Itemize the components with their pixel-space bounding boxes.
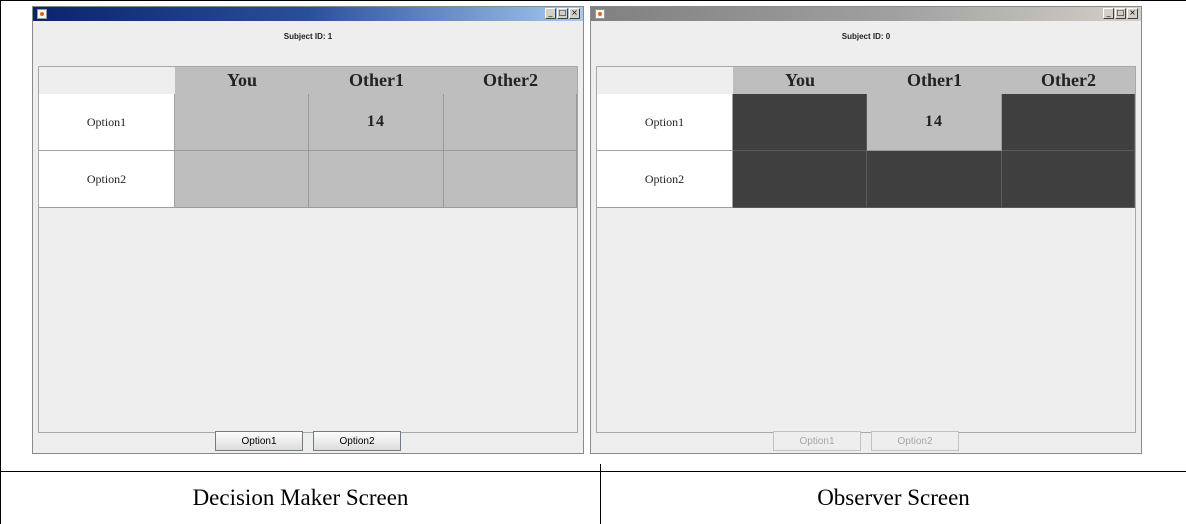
row-label-option1: Option1 bbox=[39, 94, 175, 151]
column-header-other2: Other2 bbox=[1002, 67, 1135, 94]
table-border-left bbox=[0, 0, 1, 524]
column-header-other1: Other1 bbox=[309, 67, 444, 94]
close-button[interactable]: × bbox=[569, 8, 580, 19]
header-corner bbox=[39, 67, 175, 94]
cell-option1-other1: 14 bbox=[309, 94, 444, 151]
close-button[interactable]: × bbox=[1127, 8, 1138, 19]
java-app-icon bbox=[37, 9, 47, 19]
column-header-you: You bbox=[175, 67, 309, 94]
minimize-button[interactable]: _ bbox=[545, 8, 556, 19]
header-corner bbox=[597, 67, 733, 94]
payoff-grid: You Other1 Other2 Option1 14 Option2 bbox=[596, 66, 1136, 433]
option1-button-disabled: Option1 bbox=[773, 431, 861, 451]
subject-id-label: Subject ID: 1 bbox=[283, 32, 333, 41]
column-header-you: You bbox=[733, 67, 867, 94]
option1-button[interactable]: Option1 bbox=[215, 431, 303, 451]
option2-button-disabled: Option2 bbox=[871, 431, 959, 451]
cell-option1-other2-hidden bbox=[1002, 94, 1135, 151]
observer-titlebar[interactable]: _ □ × bbox=[591, 7, 1141, 21]
window-controls: _ □ × bbox=[545, 8, 580, 19]
cell-option2-other1 bbox=[309, 151, 444, 208]
observer-caption: Observer Screen bbox=[817, 485, 970, 510]
maximize-button[interactable]: □ bbox=[557, 8, 568, 19]
column-header-other2: Other2 bbox=[444, 67, 577, 94]
cell-option1-you bbox=[175, 94, 309, 151]
option2-button[interactable]: Option2 bbox=[313, 431, 401, 451]
row-label-option2: Option2 bbox=[39, 151, 175, 208]
row-label-option2: Option2 bbox=[597, 151, 733, 208]
decision-maker-caption: Decision Maker Screen bbox=[192, 485, 409, 510]
cell-option1-other1: 14 bbox=[867, 94, 1002, 151]
cell-option2-other2 bbox=[444, 151, 577, 208]
observer-window: _ □ × Subject ID: 0 You Other1 Other2 Op… bbox=[590, 6, 1142, 454]
payoff-grid: You Other1 Other2 Option1 14 Option2 bbox=[38, 66, 578, 433]
cell-option2-you bbox=[175, 151, 309, 208]
cell-option2-other1-hidden bbox=[867, 151, 1002, 208]
row-label-option1: Option1 bbox=[597, 94, 733, 151]
cell-option2-you-hidden bbox=[733, 151, 867, 208]
window-controls: _ □ × bbox=[1103, 8, 1138, 19]
cell-option1-you-hidden bbox=[733, 94, 867, 151]
minimize-button[interactable]: _ bbox=[1103, 8, 1114, 19]
column-header-other1: Other1 bbox=[867, 67, 1002, 94]
cell-option2-other2-hidden bbox=[1002, 151, 1135, 208]
cell-option1-other2 bbox=[444, 94, 577, 151]
maximize-button[interactable]: □ bbox=[1115, 8, 1126, 19]
decision-maker-titlebar[interactable]: _ □ × bbox=[33, 7, 583, 21]
subject-id-label: Subject ID: 0 bbox=[841, 32, 891, 41]
decision-maker-window: _ □ × Subject ID: 1 You Other1 Other2 Op… bbox=[32, 6, 584, 454]
java-app-icon bbox=[595, 9, 605, 19]
table-border-top bbox=[0, 0, 1186, 1]
